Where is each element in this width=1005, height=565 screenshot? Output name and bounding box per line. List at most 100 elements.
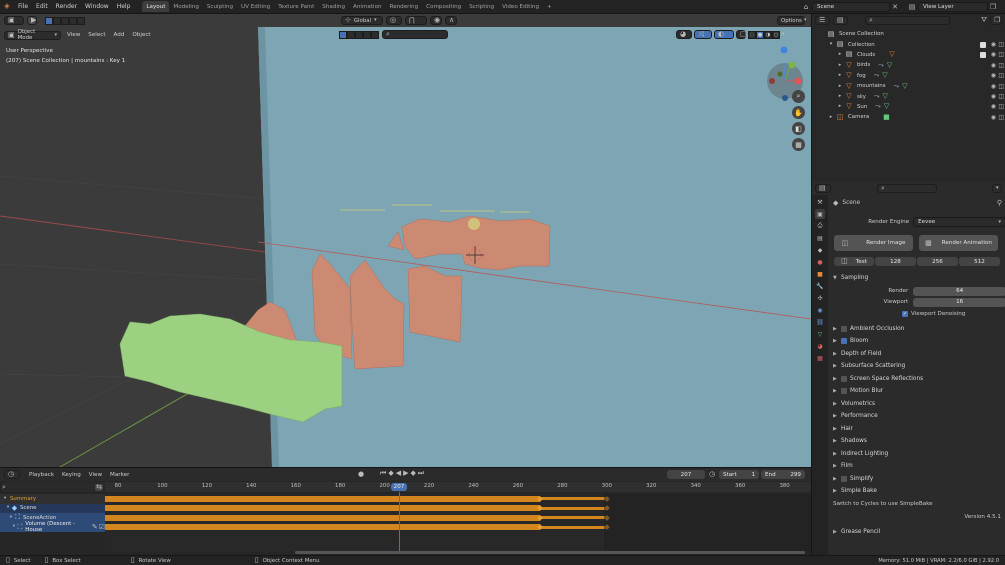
menu-render[interactable]: Render — [52, 0, 81, 14]
render-image-button[interactable]: ◫ Render Image — [834, 235, 913, 251]
render-samples-field[interactable]: 64 — [913, 286, 1005, 296]
section-bloom[interactable]: ▶ Bloom — [830, 335, 1005, 348]
timeline-menu-playback[interactable]: Playback — [25, 468, 58, 481]
display-mode-button[interactable]: ▤ — [833, 16, 849, 25]
properties-search-field[interactable]: ⌕ — [877, 184, 937, 193]
select-tool-button[interactable]: ▶ — [27, 16, 37, 25]
timeline-menu-keying[interactable]: Keying — [58, 468, 85, 481]
close-icon[interactable]: ✕ — [890, 3, 900, 11]
eye-icon[interactable]: ◉ — [991, 83, 996, 90]
viewport-menu-view[interactable]: View — [63, 30, 84, 40]
viewport-denoising-checkbox[interactable]: ✓ — [902, 311, 908, 317]
chevron-right-icon[interactable]: ▸ — [836, 94, 844, 99]
test-size-512[interactable]: 512 — [959, 257, 1000, 266]
outliner-editor-type-button[interactable]: ☰ — [815, 16, 831, 25]
section-indirect-lighting[interactable]: ▶ Indirect Lighting — [830, 448, 1005, 461]
jump-start-icon[interactable]: ⏮ — [380, 470, 386, 477]
viewport-menu-add[interactable]: Add — [110, 30, 129, 40]
chevron-right-icon[interactable]: ▸ — [836, 52, 844, 57]
object-visibility-button[interactable]: ◕ — [676, 30, 692, 39]
bloom-checkbox[interactable] — [841, 338, 847, 345]
eye-icon[interactable]: ◉ — [991, 114, 996, 121]
tab-modeling[interactable]: Modeling — [169, 1, 202, 12]
section-shadows[interactable]: ▶ Shadows — [830, 435, 1005, 448]
timeline-menu-view[interactable]: View — [85, 468, 106, 481]
section-depth-of-field[interactable]: ▶ Depth of Field — [830, 348, 1005, 361]
menu-file[interactable]: File — [14, 0, 32, 14]
eye-icon[interactable]: ◉ — [991, 93, 996, 100]
select-new-icon[interactable] — [45, 16, 53, 25]
3d-viewport[interactable]: ▣ ▶ ⊹ Global ▾ ◎ ⋂ ◉ ∧ Options ▾ ▣ Objec… — [0, 14, 811, 467]
test-size-128[interactable]: 128 — [875, 257, 916, 266]
camera-render-icon[interactable]: ◫ — [998, 93, 1004, 100]
proportional-edit-button[interactable]: ◉ — [430, 16, 442, 25]
tab-sculpting[interactable]: Sculpting — [203, 1, 237, 12]
eye-icon[interactable]: ◉ — [991, 72, 996, 79]
select-extend-icon[interactable] — [53, 16, 61, 25]
select-box-icon[interactable] — [339, 30, 347, 39]
current-frame-field[interactable]: 207 — [667, 470, 705, 479]
menu-help[interactable]: Help — [113, 0, 135, 14]
section-simple-bake[interactable]: ▶ Simple Bake — [830, 485, 1005, 498]
rendered-shading-icon[interactable]: ○ — [772, 30, 780, 39]
object-tab-icon[interactable]: ■ — [815, 269, 825, 279]
section-ambient-occlusion[interactable]: ▶ Ambient Occlusion — [830, 323, 1005, 336]
scene-icon[interactable]: ⌂ — [800, 3, 812, 11]
select-icon[interactable] — [355, 30, 363, 39]
section-volumetrics[interactable]: ▶ Volumetrics — [830, 398, 1005, 411]
channel-scene[interactable]: ▾ ◆ Scene — [0, 503, 105, 513]
camera-render-icon[interactable]: ◫ — [998, 114, 1004, 121]
outliner-item-camera[interactable]: ▸ ◫ Camera ■ ◉ ◫ — [812, 112, 1005, 122]
scene-tab-icon[interactable]: ◆ — [815, 245, 825, 255]
section-hair[interactable]: ▶ Hair — [830, 423, 1005, 436]
world-tab-icon[interactable]: ● — [815, 257, 825, 267]
section-simplify[interactable]: ▶ Simplify — [830, 473, 1005, 486]
tab-rendering[interactable]: Rendering — [386, 1, 423, 12]
section-film[interactable]: ▶ Film — [830, 460, 1005, 473]
jump-end-icon[interactable]: ⏭ — [418, 470, 424, 477]
properties-editor-type-button[interactable]: ▤ — [815, 184, 831, 193]
scene-field[interactable]: Scene — [812, 2, 890, 12]
view-layer-tab-icon[interactable]: ▤ — [815, 233, 825, 243]
texture-tab-icon[interactable]: ▦ — [815, 353, 825, 363]
wireframe-shading-icon[interactable]: ◌ — [748, 30, 756, 39]
tab-shading[interactable]: Shading — [318, 1, 349, 12]
tab-scripting[interactable]: Scripting — [465, 1, 498, 12]
preview-range-icon[interactable]: ◷ — [709, 471, 715, 478]
pivot-point-button[interactable]: ◎ — [386, 16, 402, 25]
playhead-frame[interactable]: 207 — [391, 483, 407, 491]
editor-type-button[interactable]: ▣ — [4, 16, 24, 25]
particles-tab-icon[interactable]: ✣ — [815, 293, 825, 303]
overlay-button[interactable]: ◐ — [714, 30, 734, 39]
eye-icon[interactable]: ◉ — [991, 41, 996, 48]
eye-icon[interactable]: ◉ — [991, 51, 996, 58]
new-collection-button[interactable]: ❐ — [990, 16, 1003, 25]
material-tab-icon[interactable]: ◕ — [815, 341, 825, 351]
camera-render-icon[interactable]: ◫ — [998, 103, 1004, 110]
output-tab-icon[interactable]: ⎙ — [815, 221, 825, 231]
swap-icon[interactable]: ⇆ — [95, 483, 103, 491]
material-shading-icon[interactable]: ◑ — [764, 30, 772, 39]
data-tab-icon[interactable]: ▽ — [815, 329, 825, 339]
outliner-item-collection[interactable]: ▾ ▤ Collection ◉ ◫ — [812, 39, 1005, 49]
outliner-item-fog[interactable]: ▸ ▽ fog ⤳ ▽ ◉ ◫ — [812, 71, 1005, 81]
outliner-item-sky[interactable]: ▸ ▽ sky ⤳ ▽ ◉ ◫ — [812, 91, 1005, 101]
section-subsurface-scattering[interactable]: ▶ Subsurface Scattering — [830, 360, 1005, 373]
render-engine-dropdown[interactable]: Eevee ▾ — [913, 217, 1005, 227]
ambient-occlusion-checkbox[interactable] — [841, 325, 847, 332]
render-animation-button[interactable]: ▩ Render Animation — [919, 235, 998, 251]
tab-layout[interactable]: Layout — [142, 1, 170, 12]
outliner-item-scene-collection[interactable]: ▤ Scene Collection — [812, 29, 1005, 39]
falloff-button[interactable]: ∧ — [445, 16, 457, 25]
camera-render-icon[interactable]: ◫ — [998, 51, 1004, 58]
viewport-samples-field[interactable]: 16 — [913, 297, 1005, 307]
outliner-item-mountains[interactable]: ▸ ▽ mountains ⤳ ▽ ◉ ◫ — [812, 81, 1005, 91]
modifier-tab-icon[interactable]: 🔧 — [815, 281, 825, 291]
viewport-menu-select[interactable]: Select — [84, 30, 109, 40]
camera-render-icon[interactable]: ◫ — [998, 72, 1004, 79]
timeline-editor-type-button[interactable]: ◷ — [4, 470, 20, 479]
outliner-item-birds[interactable]: ▸ ▽ birds ⤳ ▽ ◉ ◫ — [812, 60, 1005, 70]
chevron-down-icon[interactable]: ▸ — [827, 114, 835, 120]
constraints-tab-icon[interactable]: ⛓ — [815, 317, 825, 327]
select-intersect-icon[interactable] — [77, 16, 85, 25]
